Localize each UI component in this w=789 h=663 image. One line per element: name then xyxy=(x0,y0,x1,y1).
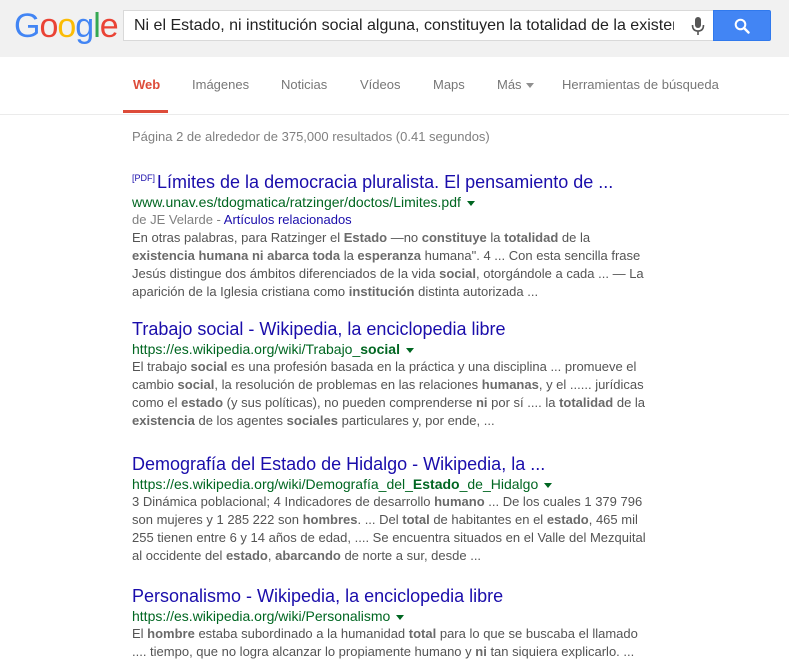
url-options-caret-icon[interactable] xyxy=(544,482,553,488)
google-logo[interactable]: Google xyxy=(14,7,119,45)
result-url-text: https://es.wikipedia.org/wiki/Demografía… xyxy=(132,476,539,492)
tab-news[interactable]: Noticias xyxy=(281,77,327,92)
tab-videos[interactable]: Vídeos xyxy=(360,77,400,92)
result-meta: de JE Velarde - Artículos relacionados xyxy=(132,211,652,229)
search-box[interactable]: Ni el Estado, ni institución social algu… xyxy=(123,10,713,41)
header-bar: Google Ni el Estado, ni institución soci… xyxy=(0,0,789,58)
active-tab-indicator xyxy=(123,110,168,113)
result-title-link[interactable]: Demografía del Estado de Hidalgo - Wikip… xyxy=(132,453,652,475)
search-result: [PDF] Límites de la democracia pluralista… xyxy=(132,167,652,301)
tab-maps[interactable]: Maps xyxy=(433,77,465,92)
result-url-text: https://es.wikipedia.org/wiki/Trabajo_so… xyxy=(132,341,400,357)
result-title: Límites de la democracia pluralista. El … xyxy=(157,172,614,192)
result-snippet: El trabajo social es una profesión basad… xyxy=(132,359,646,428)
result-author: de JE Velarde - xyxy=(132,212,224,227)
result-url-text: https://es.wikipedia.org/wiki/Personalis… xyxy=(132,608,391,624)
search-tabs: Web Imágenes Noticias Vídeos Maps Más He… xyxy=(0,57,789,115)
result-title-link[interactable]: Trabajo social - Wikipedia, la enciclope… xyxy=(132,318,652,340)
url-options-caret-icon[interactable] xyxy=(396,614,405,620)
url-options-caret-icon[interactable] xyxy=(466,200,475,206)
result-snippet: El hombre estaba subordinado a la humani… xyxy=(132,626,638,659)
search-result: Personalismo - Wikipedia, la enciclopedi… xyxy=(132,585,652,661)
result-snippet: 3 Dinámica poblacional; 4 Indicadores de… xyxy=(132,494,646,563)
result-title-link[interactable]: Personalismo - Wikipedia, la enciclopedi… xyxy=(132,585,652,607)
search-icon xyxy=(734,18,750,34)
result-url: https://es.wikipedia.org/wiki/Trabajo_so… xyxy=(132,340,652,358)
tab-search-tools[interactable]: Herramientas de búsqueda xyxy=(562,77,719,92)
pdf-tag: [PDF] xyxy=(132,173,156,183)
search-result: Trabajo social - Wikipedia, la enciclope… xyxy=(132,318,652,430)
result-snippet: En otras palabras, para Ratzinger el Est… xyxy=(132,230,644,299)
result-url-text: www.unav.es/tdogmatica/ratzinger/doctos/… xyxy=(132,194,461,210)
result-title-link[interactable]: [PDF] Límites de la democracia pluralista… xyxy=(132,167,652,193)
tab-web[interactable]: Web xyxy=(133,77,160,92)
url-options-caret-icon[interactable] xyxy=(405,347,414,353)
microphone-icon[interactable] xyxy=(691,17,705,35)
result-url: https://es.wikipedia.org/wiki/Personalis… xyxy=(132,607,652,625)
search-input[interactable]: Ni el Estado, ni institución social algu… xyxy=(134,11,674,40)
chevron-down-icon xyxy=(525,83,534,89)
tab-more-label: Más xyxy=(497,77,522,92)
result-url: www.unav.es/tdogmatica/ratzinger/doctos/… xyxy=(132,193,652,211)
related-articles-link[interactable]: Artículos relacionados xyxy=(224,212,352,227)
search-button[interactable] xyxy=(713,10,771,41)
result-stats: Página 2 de alrededor de 375,000 resulta… xyxy=(132,129,490,144)
tab-images[interactable]: Imágenes xyxy=(192,77,249,92)
search-result: Demografía del Estado de Hidalgo - Wikip… xyxy=(132,453,652,565)
result-url: https://es.wikipedia.org/wiki/Demografía… xyxy=(132,475,652,493)
tab-more[interactable]: Más xyxy=(497,77,534,92)
